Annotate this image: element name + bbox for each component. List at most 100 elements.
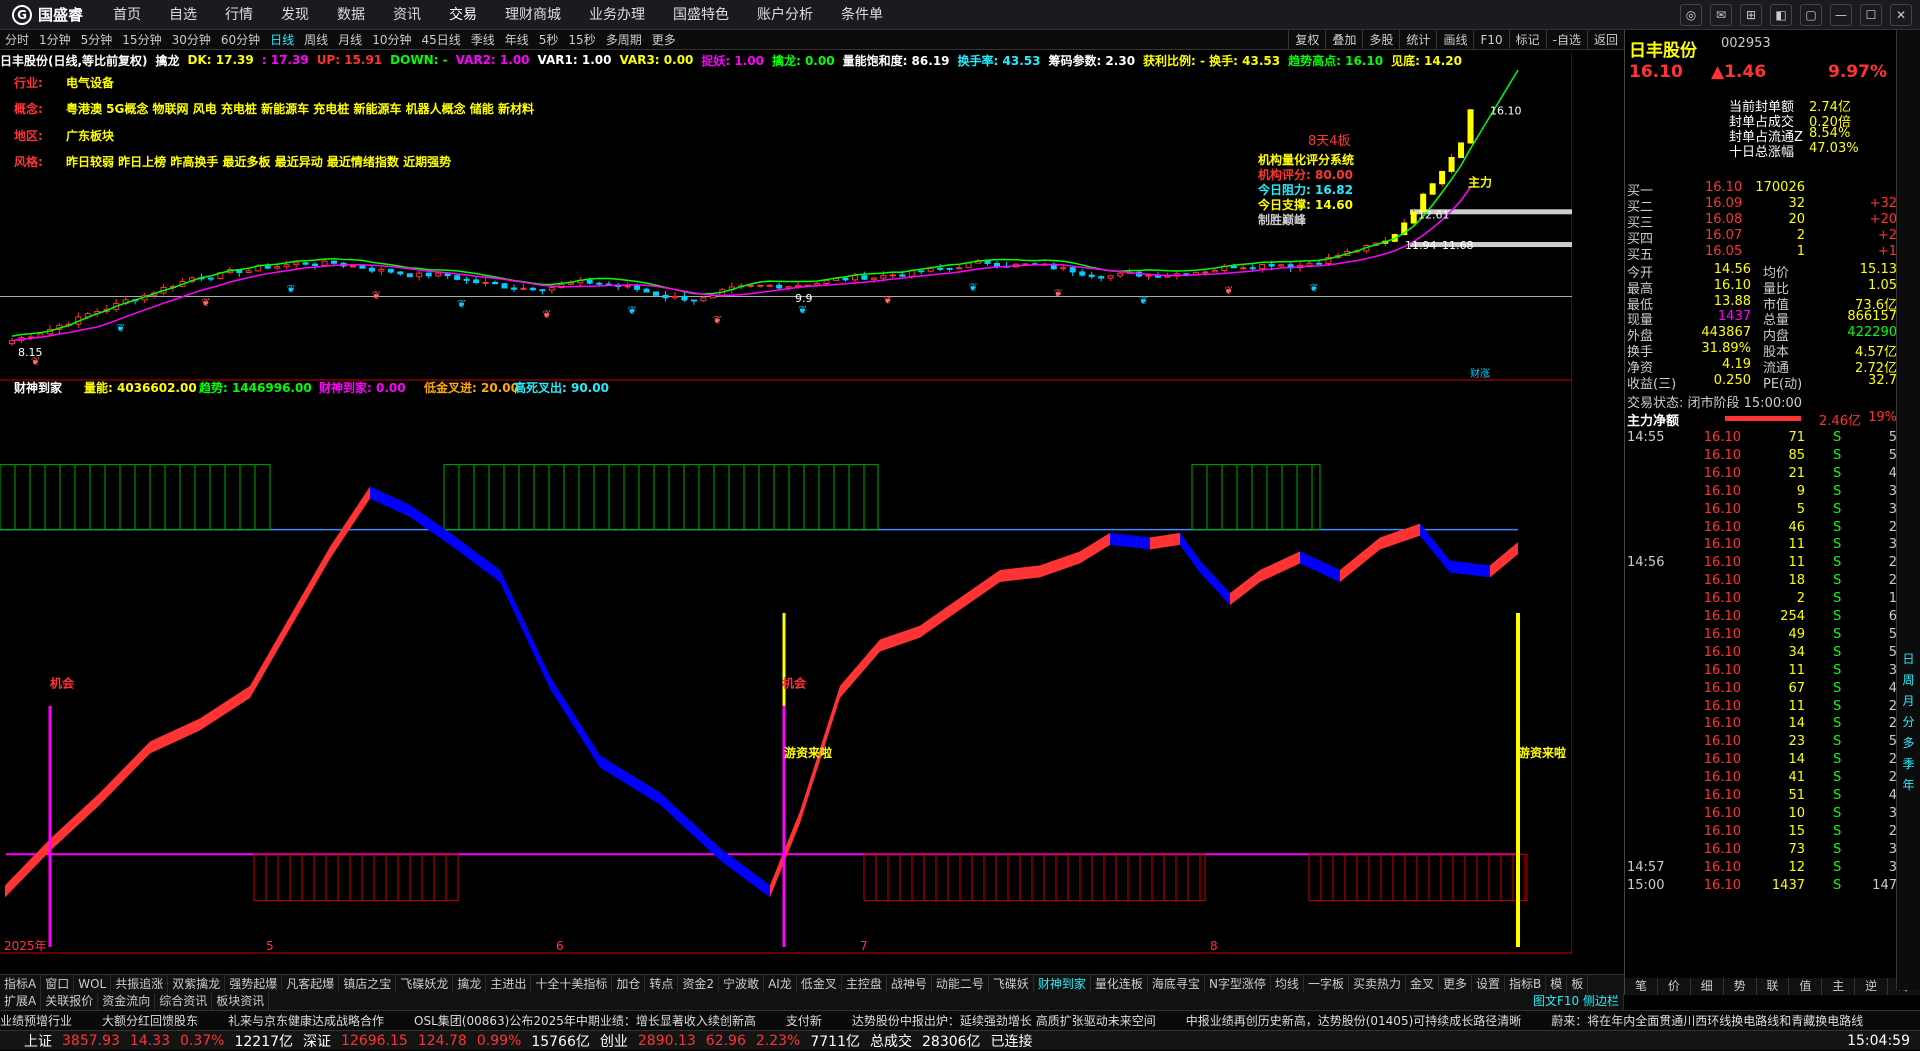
period-tab[interactable]: 15秒	[563, 30, 600, 50]
indicator-tab[interactable]: 窗口	[41, 975, 75, 993]
sidebar-item[interactable]: 月	[1897, 692, 1920, 709]
indicator-tab[interactable]: 指标B	[1505, 975, 1547, 993]
sidebar-item[interactable]: 季	[1897, 755, 1920, 772]
indicator-tab[interactable]: 更多	[1439, 975, 1472, 993]
candle-body[interactable]	[1429, 183, 1436, 195]
app-logo[interactable]: G 国盛睿	[0, 4, 99, 25]
indicator-tab[interactable]: 设置	[1472, 975, 1506, 993]
candle-body[interactable]	[416, 272, 423, 278]
candle-body[interactable]	[1306, 262, 1313, 266]
right-tab[interactable]: 逆	[1855, 978, 1889, 995]
indicator-tab[interactable]: 擒龙	[453, 975, 487, 993]
candle-body[interactable]	[520, 287, 527, 290]
candle-body[interactable]	[510, 287, 517, 290]
minimize-icon[interactable]: —	[1830, 4, 1852, 26]
candle-body[interactable]	[927, 267, 934, 272]
chart-tool-button[interactable]: 统计	[1399, 30, 1436, 50]
period-tab[interactable]: 周线	[299, 30, 333, 50]
news-item[interactable]: 业绩预增行业	[0, 1011, 72, 1030]
indicator-tab[interactable]: 双紫擒龙	[168, 975, 226, 993]
right-tab[interactable]: 联	[1757, 978, 1790, 995]
menu-item[interactable]: 首页	[99, 0, 155, 30]
candle-body[interactable]	[671, 295, 678, 299]
period-tab[interactable]: 日线	[265, 30, 299, 50]
period-tab[interactable]: 5分钟	[76, 30, 118, 50]
candle-body[interactable]	[709, 295, 716, 299]
menu-item[interactable]: 行情	[211, 0, 267, 30]
candle-body[interactable]	[634, 285, 641, 290]
sidebar-item[interactable]: 多	[1897, 734, 1920, 751]
news-item[interactable]: 蔚来：将在年内全面贯通川西环线换电路线和青藏换电路线	[1551, 1011, 1863, 1030]
candle-body[interactable]	[662, 294, 669, 299]
indicator-tab[interactable]: 转点	[645, 975, 679, 993]
menu-item[interactable]: 账户分析	[743, 0, 827, 30]
indicator-tab[interactable]: N字型涨停	[1205, 975, 1271, 993]
candle-body[interactable]	[1211, 269, 1218, 273]
candle-body[interactable]	[956, 267, 963, 270]
chart-tool-button[interactable]: 叠加	[1325, 30, 1362, 50]
indicator-tab[interactable]: 均线	[1271, 975, 1304, 993]
news-item[interactable]: 达势股份中报出炉：延续强劲增长 高质扩张驱动未来空间	[852, 1011, 1156, 1030]
candle-body[interactable]	[1079, 271, 1086, 276]
candle-body[interactable]	[245, 270, 252, 274]
indicator-tab[interactable]: 镇店之宝	[339, 975, 397, 993]
indicator-tab[interactable]: 财神到家	[1034, 975, 1091, 993]
chart-tool-button[interactable]: 画线	[1436, 30, 1473, 50]
period-tab[interactable]: 60分钟	[216, 30, 265, 50]
candle-body[interactable]	[851, 275, 858, 281]
candle-body[interactable]	[349, 265, 356, 268]
menu-item[interactable]: 资讯	[379, 0, 435, 30]
right-tab[interactable]: 细	[1691, 978, 1724, 995]
indicator-tab[interactable]: AI龙	[764, 975, 797, 993]
chart-tool-button[interactable]: 标记	[1508, 30, 1546, 50]
candle-body[interactable]	[1410, 211, 1417, 224]
indicator-tab[interactable]: 战神号	[887, 975, 932, 993]
candle-body[interactable]	[264, 265, 271, 269]
chart-tool-button[interactable]: -自选	[1545, 30, 1587, 50]
indicator-tab[interactable]: 一字板	[1304, 975, 1349, 993]
candle-body[interactable]	[965, 262, 972, 269]
indicator-tab[interactable]: 飞碟妖龙	[396, 975, 454, 993]
indicator-tab[interactable]: 共振追涨	[111, 975, 169, 993]
period-tab[interactable]: 45日线	[416, 30, 465, 50]
chat-icon[interactable]: ◎	[1680, 4, 1702, 26]
candle-body[interactable]	[870, 277, 877, 280]
right-tab[interactable]: 值	[1789, 978, 1823, 995]
skin-icon[interactable]: ◧	[1770, 4, 1792, 26]
mail-icon[interactable]: ✉	[1710, 4, 1732, 26]
candle-body[interactable]	[946, 267, 953, 270]
candle-body[interactable]	[207, 277, 214, 280]
right-tab[interactable]: 价	[1658, 978, 1691, 995]
candle-body[interactable]	[586, 279, 593, 284]
maximize-icon[interactable]: ☐	[1860, 4, 1882, 26]
candle-body[interactable]	[368, 267, 375, 272]
period-tab[interactable]: 多周期	[601, 30, 647, 50]
candle-body[interactable]	[1230, 265, 1237, 269]
candle-body[interactable]	[387, 268, 394, 273]
indicator-tab[interactable]: 买卖热力	[1349, 975, 1406, 993]
news-item[interactable]: 大额分红回馈股东	[102, 1011, 198, 1030]
period-tab[interactable]: 30分钟	[167, 30, 216, 50]
lock-icon[interactable]: ⊞	[1740, 4, 1762, 26]
candle-body[interactable]	[757, 284, 764, 287]
candle-body[interactable]	[681, 295, 688, 301]
period-tab[interactable]: 更多	[647, 30, 681, 50]
chart-tool-button[interactable]: 多股	[1362, 30, 1399, 50]
indicator-tab[interactable]: 主进出	[486, 975, 532, 993]
candle-body[interactable]	[624, 285, 631, 288]
side-panel-toggle[interactable]: 图文F10 侧边栏	[1529, 993, 1624, 1010]
candle-body[interactable]	[918, 270, 925, 273]
candle-body[interactable]	[747, 284, 754, 287]
candle-body[interactable]	[700, 297, 707, 302]
bottom-tab[interactable]: 扩展A	[0, 993, 42, 1010]
period-tab[interactable]: 分时	[0, 30, 34, 50]
bottom-tab[interactable]: 板块资讯	[212, 993, 270, 1010]
sidebar-item[interactable]: 年	[1897, 776, 1920, 793]
candle-body[interactable]	[823, 279, 830, 284]
menu-item[interactable]: 数据	[323, 0, 379, 30]
candle-body[interactable]	[1268, 263, 1275, 267]
candle-body[interactable]	[1117, 272, 1124, 277]
candle-body[interactable]	[274, 266, 281, 269]
period-tab[interactable]: 季线	[466, 30, 500, 50]
sidebar-item[interactable]: 周	[1897, 671, 1920, 688]
